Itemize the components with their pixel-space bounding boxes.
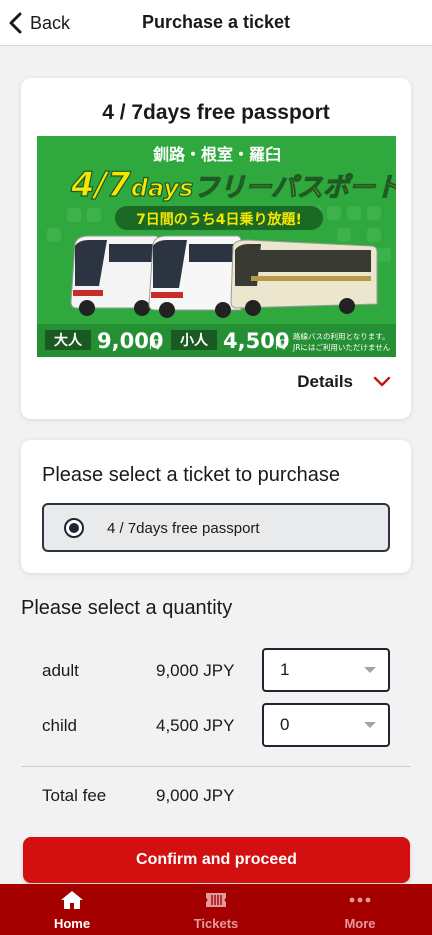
banner-region-text: 釧路・根室・羅臼 [153, 145, 281, 164]
product-title: 4 / 7days free passport [102, 101, 330, 124]
radio-button[interactable] [64, 518, 84, 538]
passport-banner-image: 釧路・根室・羅臼 4/7daysフリーパスポート 7日間のうち4日乗り放題! 大… [37, 136, 396, 357]
quantity-price: 9,000 JPY [156, 661, 235, 680]
product-card: 4 / 7days free passport 釧路・根室・羅臼 4/7days… [21, 78, 411, 419]
ticket-icon [206, 893, 226, 907]
banner-adult-yen: 円 [149, 338, 160, 351]
radio-selected-dot [69, 523, 79, 533]
page-title: Purchase a ticket [141, 12, 291, 32]
chevron-down-icon [373, 376, 391, 387]
bus-illustration-3 [230, 239, 378, 316]
bus-illustration-2 [148, 235, 242, 318]
banner-name-prefix: 4/7 [70, 165, 131, 205]
quantity-heading: Please select a quantity [21, 597, 233, 619]
divider [21, 766, 411, 767]
bus-illustration-1 [70, 235, 160, 316]
tab-home[interactable]: Home [0, 884, 144, 935]
tab-more[interactable]: More [288, 884, 432, 935]
tab-label: Tickets [193, 916, 239, 931]
banner-name-days: days [131, 174, 194, 202]
child-quantity-value: 0 [280, 715, 290, 734]
details-toggle[interactable]: Details [297, 372, 391, 392]
total-value: 9,000 JPY [156, 786, 235, 805]
banner-graphic: 釧路・根室・羅臼 4/7daysフリーパスポート 7日間のうち4日乗り放題! 大… [37, 136, 396, 357]
bottom-tab-bar: Home Tickets More [0, 884, 432, 935]
dropdown-caret-icon [364, 667, 376, 673]
banner-name-suffix: フリーパスポート [193, 173, 396, 203]
total-row: Total fee 9,000 JPY [0, 786, 432, 810]
ticket-select-card: Please select a ticket to purchase 4 / 7… [21, 440, 411, 573]
ticket-select-heading: Please select a ticket to purchase [42, 464, 340, 486]
quantity-name: child [42, 716, 77, 735]
banner-child-label: 小人 [180, 332, 209, 349]
details-label: Details [297, 372, 353, 391]
confirm-and-proceed-button[interactable]: Confirm and proceed [23, 837, 410, 883]
ticket-option-4-7days[interactable]: 4 / 7days free passport [42, 503, 390, 552]
tab-label: Home [53, 916, 91, 931]
banner-tagline: 7日間のうち4日乗り放題! [136, 211, 302, 228]
total-label: Total fee [42, 786, 107, 805]
quantity-row-adult: adult 9,000 JPY 1 [0, 648, 432, 694]
adult-quantity-select[interactable]: 1 [262, 648, 390, 692]
banner-note-line2: JRにはご利用いただけません [292, 342, 391, 352]
ticket-option-label: 4 / 7days free passport [107, 520, 260, 537]
tab-tickets[interactable]: Tickets [144, 884, 288, 935]
adult-quantity-value: 1 [280, 660, 290, 679]
more-icon [349, 897, 371, 903]
home-icon [61, 891, 83, 909]
child-quantity-select[interactable]: 0 [262, 703, 390, 747]
banner-child-yen: 円 [275, 338, 286, 351]
quantity-price: 4,500 JPY [156, 716, 235, 735]
top-bar: Back Purchase a ticket [0, 0, 432, 46]
tab-label: More [344, 916, 376, 931]
banner-note-line1: 路線バスの利用となります。 [293, 331, 390, 341]
quantity-row-child: child 4,500 JPY 0 [0, 703, 432, 749]
quantity-name: adult [42, 661, 79, 680]
banner-adult-label: 大人 [54, 332, 83, 349]
dropdown-caret-icon [364, 722, 376, 728]
